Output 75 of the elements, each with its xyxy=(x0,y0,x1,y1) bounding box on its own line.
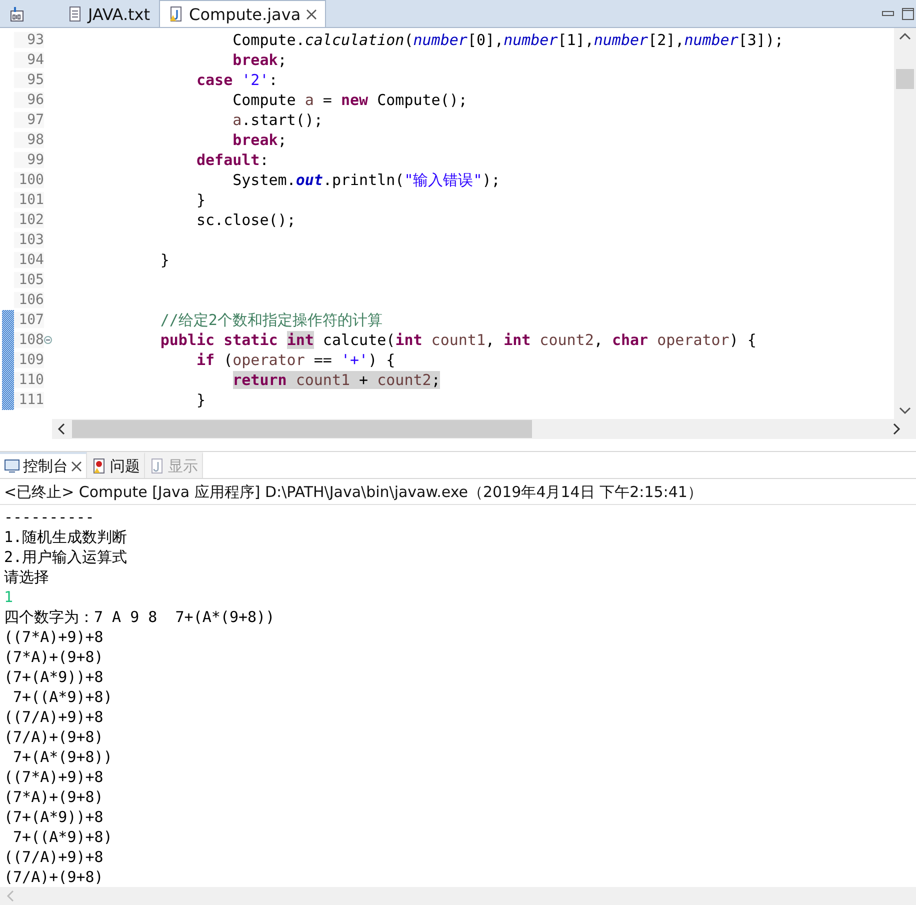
line-number: 110 xyxy=(14,372,44,388)
code-line: Compute a = new Compute(); xyxy=(232,91,468,109)
horizontal-scrollbar[interactable] xyxy=(52,419,916,439)
output-text: (7*A)+(9+8) xyxy=(4,788,104,806)
line-number: 104 xyxy=(14,252,44,268)
output-text: ((7/A)+9)+8 xyxy=(4,708,104,726)
code-comment: //给定2个数和指定操作符的计算 xyxy=(159,311,382,329)
output-text: 四个数字为：7 A 9 8 7+(A*(9+8)) xyxy=(4,608,275,626)
output-text: (7+(A*9))+8 xyxy=(4,808,104,826)
line-number: 105 xyxy=(14,272,44,288)
code-line: a.start(); xyxy=(232,111,323,129)
binary-file-icon xyxy=(9,6,25,22)
line-number: 94 xyxy=(14,52,44,68)
output-text: ---------- xyxy=(4,508,94,526)
output-text: ((7/A)+9)+8 xyxy=(4,848,104,866)
java-file-icon xyxy=(168,6,184,22)
output-text: (7+(A*9))+8 xyxy=(4,668,104,686)
text-file-icon xyxy=(67,6,83,22)
editor-tab[interactable]: Compute.java xyxy=(159,0,326,27)
line-number: 95 xyxy=(14,72,44,88)
console-header: <已终止> Compute [Java 应用程序] D:\PATH\Java\bin\javaw.exe（2019年4月14日 下午2:15:41） xyxy=(0,479,916,505)
horizontal-scrollbar[interactable] xyxy=(0,887,916,905)
editor-tab[interactable]: JAVA.txt xyxy=(58,0,160,27)
line-number: 106 xyxy=(14,292,44,308)
code-line: sc.close(); xyxy=(196,211,296,229)
output-text: 1.随机生成数判断 xyxy=(4,528,128,546)
warning-list-icon xyxy=(91,458,107,474)
line-number: 99 xyxy=(14,152,44,168)
output-text: (7/A)+(9+8) xyxy=(4,728,104,746)
line-number: 107 xyxy=(14,312,44,328)
line-number: 96 xyxy=(14,92,44,108)
line-number: 103 xyxy=(14,232,44,248)
code-line: System.out.println("输入错误"); xyxy=(232,171,500,189)
output-text: 7+(A*(9+8)) xyxy=(12,748,112,766)
line-number: 102 xyxy=(14,212,44,228)
code-line: default: xyxy=(196,151,269,169)
close-icon[interactable] xyxy=(71,460,82,472)
code-line: break; xyxy=(232,51,287,69)
line-number: 109 xyxy=(14,352,44,368)
collapse-icon[interactable] xyxy=(44,336,52,344)
line-number: 101 xyxy=(14,192,44,208)
code-line: case '2': xyxy=(196,71,278,89)
code-line: Compute.calculation(number[0],number[1],number[2],number[3]); xyxy=(232,31,784,49)
output-text: 7+((A*9)+8) xyxy=(12,828,112,846)
monitor-icon xyxy=(4,458,20,474)
view-tab[interactable]: 控制台 xyxy=(0,452,87,478)
line-number: 111 xyxy=(14,392,44,408)
close-icon[interactable] xyxy=(306,8,317,20)
code-line: public static int calcute(int count1, int count2, char operator) { xyxy=(159,331,756,349)
line-number: 93 xyxy=(14,32,44,48)
vertical-scrollbar[interactable] xyxy=(894,28,916,419)
output-text: 7+((A*9)+8) xyxy=(12,688,112,706)
maximize-icon[interactable] xyxy=(902,8,914,20)
line-number: 108 xyxy=(14,332,44,348)
minimize-icon[interactable] xyxy=(882,10,894,16)
code-line: return count1 + count2; xyxy=(232,371,440,389)
code-line: } xyxy=(196,191,206,209)
scrollbar-thumb[interactable] xyxy=(896,68,914,88)
document-icon xyxy=(149,458,165,474)
line-number: 100 xyxy=(14,172,44,188)
output-text: (7/A)+(9+8) xyxy=(4,868,104,886)
scrollbar-thumb[interactable] xyxy=(72,420,532,438)
code-line: if (operator == '+') { xyxy=(196,351,396,369)
code-line: } xyxy=(196,391,206,409)
output-text: ((7*A)+9)+8 xyxy=(4,768,104,786)
output-text: ((7*A)+9)+8 xyxy=(4,628,104,646)
output-text: 请选择 xyxy=(4,568,49,586)
code-line: } xyxy=(159,251,170,269)
input-text: 1 xyxy=(4,588,14,606)
output-text: 2.用户输入运算式 xyxy=(4,548,128,566)
view-tab[interactable]: 问题 xyxy=(87,452,145,478)
line-number: 98 xyxy=(14,132,44,148)
line-number: 97 xyxy=(14,112,44,128)
code-line: break; xyxy=(232,131,287,149)
output-text: (7*A)+(9+8) xyxy=(4,648,104,666)
